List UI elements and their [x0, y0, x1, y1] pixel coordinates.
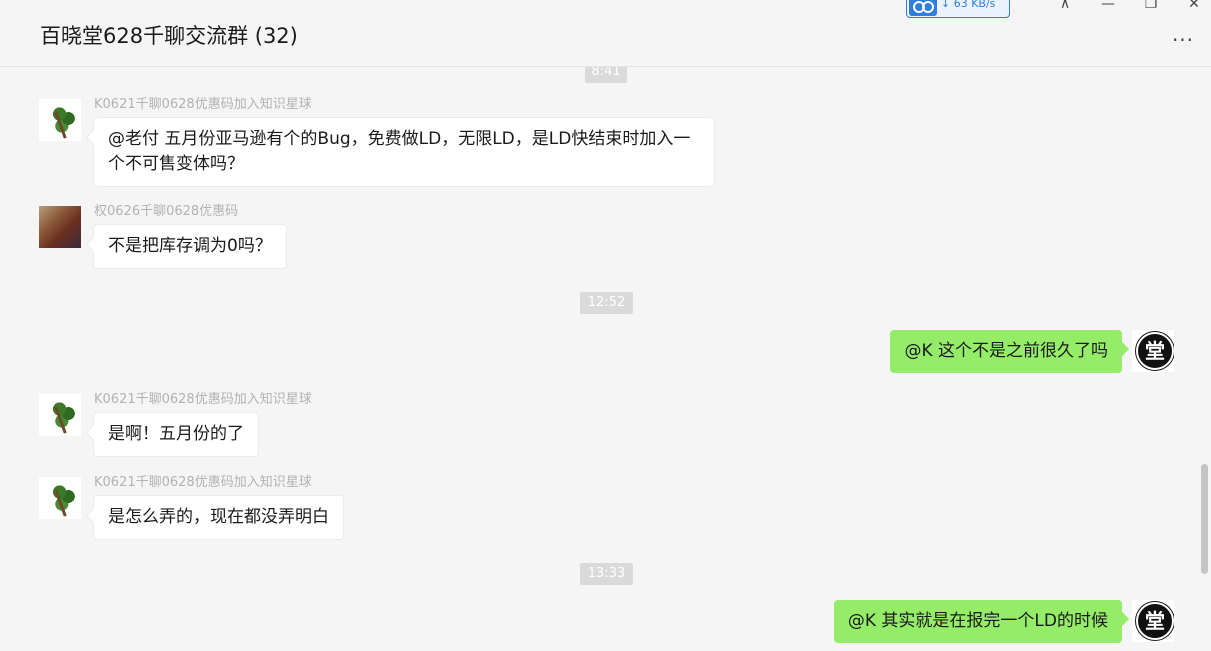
tree-avatar[interactable] [39, 99, 81, 141]
message-text: @K 其实就是在报完一个LD的时候 [847, 611, 1108, 631]
network-speed: ↓ 63 KB/s [941, 0, 995, 10]
sender-name: 权0626千聊0628优惠码 [94, 204, 239, 219]
message-text: 是啊！五月份的了 [108, 424, 244, 444]
message-text: 是怎么弄的，现在都没弄明白 [108, 507, 329, 527]
timestamp: 13:33 [580, 563, 633, 585]
message-bubble-self[interactable]: @K 这个不是之前很久了吗 [890, 330, 1122, 373]
message-bubble[interactable]: 是啊！五月份的了 [93, 412, 259, 457]
restore-icon[interactable]: ❐ [1141, 0, 1161, 14]
message-bubble[interactable]: @老付 五月份亚马逊有个的Bug，免费做LD，无限LD，是LD快结束时加入一个不… [93, 117, 715, 187]
network-speed-widget[interactable]: ↓ 63 KB/s [906, 0, 1010, 18]
timestamp: 12:52 [580, 292, 633, 314]
avatar-glyph: 堂 [1136, 332, 1174, 370]
message-text: @K 这个不是之前很久了吗 [904, 341, 1108, 361]
message-bubble[interactable]: 不是把库存调为0吗？ [93, 224, 287, 269]
close-icon[interactable]: ✕ [1184, 0, 1204, 14]
message-list[interactable]: 8:41 K0621千聊0628优惠码加入知识星球 @老付 五月份亚马逊有个的B… [0, 67, 1211, 651]
message-bubble[interactable]: 是怎么弄的，现在都没弄明白 [93, 495, 344, 540]
tree-avatar[interactable] [39, 394, 81, 436]
cloud-link-icon [909, 0, 937, 16]
message-bubble-self[interactable]: @K 其实就是在报完一个LD的时候 [833, 600, 1122, 643]
self-avatar[interactable]: 堂 [1132, 330, 1174, 372]
tree-avatar[interactable] [39, 477, 81, 519]
pin-icon[interactable]: ⊼ [1055, 0, 1075, 14]
chat-title: 百晓堂628千聊交流群 (32) [40, 24, 298, 48]
scrollbar-thumb[interactable] [1201, 464, 1208, 574]
message-text: @老付 五月份亚马逊有个的Bug，免费做LD，无限LD，是LD快结束时加入一个不… [108, 129, 691, 174]
more-options-icon[interactable]: ... [1168, 24, 1198, 48]
sender-name: K0621千聊0628优惠码加入知识星球 [94, 392, 312, 407]
chat-header: 百晓堂628千聊交流群 (32) ↓ 63 KB/s ⊼ — ❐ ✕ ... [0, 0, 1211, 67]
minimize-icon[interactable]: — [1098, 0, 1118, 14]
network-speed-value: 63 KB/s [953, 0, 996, 10]
self-avatar[interactable]: 堂 [1132, 600, 1174, 642]
message-text: 不是把库存调为0吗？ [108, 236, 272, 256]
timestamp: 8:41 [585, 67, 627, 83]
photo-avatar[interactable] [39, 206, 81, 248]
sender-name: K0621千聊0628优惠码加入知识星球 [94, 475, 312, 490]
avatar-glyph: 堂 [1136, 602, 1174, 640]
sender-name: K0621千聊0628优惠码加入知识星球 [94, 97, 312, 112]
